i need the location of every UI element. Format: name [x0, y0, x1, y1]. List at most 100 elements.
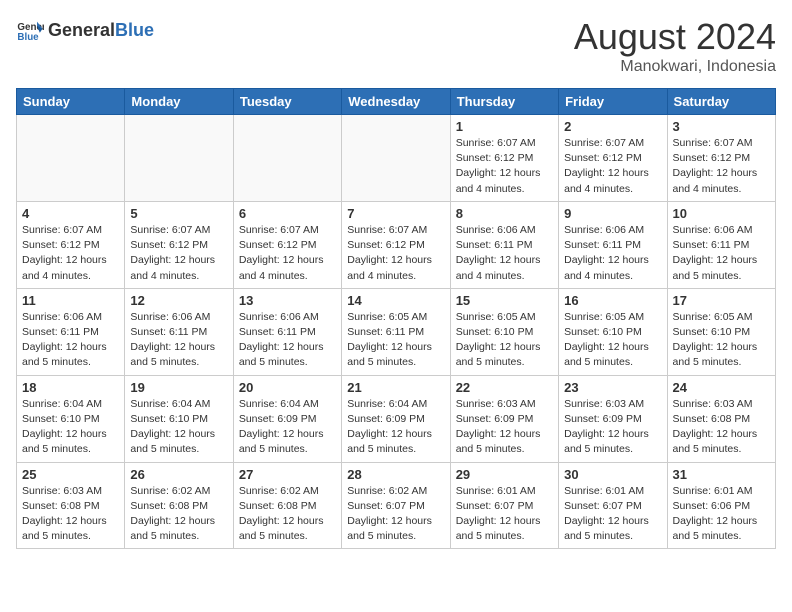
day-number: 10 — [673, 206, 770, 221]
day-number: 21 — [347, 380, 444, 395]
day-number: 5 — [130, 206, 227, 221]
calendar-cell — [342, 115, 450, 202]
day-number: 4 — [22, 206, 119, 221]
day-info: Sunrise: 6:04 AM Sunset: 6:09 PM Dayligh… — [239, 397, 336, 458]
day-info: Sunrise: 6:06 AM Sunset: 6:11 PM Dayligh… — [564, 223, 661, 284]
calendar-cell: 27Sunrise: 6:02 AM Sunset: 6:08 PM Dayli… — [233, 462, 341, 549]
calendar-cell: 13 Sunrise: 6:06 AM Sunset: 6:11 PM Dayli… — [233, 288, 341, 375]
calendar-cell: 5 Sunrise: 6:07 AM Sunset: 6:12 PM Daylig… — [125, 201, 233, 288]
weekday-header-wednesday: Wednesday — [342, 89, 450, 115]
day-info: Sunrise: 6:07 AM Sunset: 6:12 PM Dayligh… — [130, 223, 227, 284]
calendar-cell: 4 Sunrise: 6:07 AM Sunset: 6:12 PM Daylig… — [17, 201, 125, 288]
day-info: Sunrise: 6:04 AM Sunset: 6:09 PM Dayligh… — [347, 397, 444, 458]
calendar-cell: 6 Sunrise: 6:07 AM Sunset: 6:12 PM Daylig… — [233, 201, 341, 288]
day-number: 18 — [22, 380, 119, 395]
calendar-cell: 12Sunrise: 6:06 AM Sunset: 6:11 PM Dayli… — [125, 288, 233, 375]
day-number: 8 — [456, 206, 553, 221]
calendar-cell — [125, 115, 233, 202]
day-info: Sunrise: 6:06 AM Sunset: 6:11 PM Dayligh… — [239, 310, 336, 371]
day-info: Sunrise: 6:03 AM Sunset: 6:08 PM Dayligh… — [673, 397, 770, 458]
weekday-header-thursday: Thursday — [450, 89, 558, 115]
calendar-cell: 26Sunrise: 6:02 AM Sunset: 6:08 PM Dayli… — [125, 462, 233, 549]
day-number: 30 — [564, 467, 661, 482]
day-number: 25 — [22, 467, 119, 482]
day-info: Sunrise: 6:03 AM Sunset: 6:08 PM Dayligh… — [22, 484, 119, 545]
calendar-cell: 8 Sunrise: 6:06 AM Sunset: 6:11 PM Daylig… — [450, 201, 558, 288]
day-info: Sunrise: 6:07 AM Sunset: 6:12 PM Dayligh… — [456, 136, 553, 197]
calendar-cell: 28 Sunrise: 6:02 AM Sunset: 6:07 PM Dayli… — [342, 462, 450, 549]
calendar-cell: 9Sunrise: 6:06 AM Sunset: 6:11 PM Daylig… — [559, 201, 667, 288]
calendar-cell: 21 Sunrise: 6:04 AM Sunset: 6:09 PM Dayli… — [342, 375, 450, 462]
day-number: 31 — [673, 467, 770, 482]
calendar-cell: 1 Sunrise: 6:07 AM Sunset: 6:12 PM Daylig… — [450, 115, 558, 202]
day-info: Sunrise: 6:06 AM Sunset: 6:11 PM Dayligh… — [22, 310, 119, 371]
title-block: August 2024 Manokwari, Indonesia — [574, 16, 776, 76]
day-info: Sunrise: 6:05 AM Sunset: 6:10 PM Dayligh… — [456, 310, 553, 371]
logo-blue: Blue — [115, 20, 154, 40]
calendar-cell: 16Sunrise: 6:05 AM Sunset: 6:10 PM Dayli… — [559, 288, 667, 375]
day-number: 24 — [673, 380, 770, 395]
page-header: General Blue GeneralBlue August 2024 Man… — [16, 16, 776, 76]
day-number: 6 — [239, 206, 336, 221]
day-number: 13 — [239, 293, 336, 308]
day-number: 16 — [564, 293, 661, 308]
calendar-cell: 20 Sunrise: 6:04 AM Sunset: 6:09 PM Dayli… — [233, 375, 341, 462]
logo-icon: General Blue — [16, 16, 44, 44]
weekday-header-monday: Monday — [125, 89, 233, 115]
day-info: Sunrise: 6:04 AM Sunset: 6:10 PM Dayligh… — [130, 397, 227, 458]
day-number: 20 — [239, 380, 336, 395]
calendar-subtitle: Manokwari, Indonesia — [574, 58, 776, 76]
day-info: Sunrise: 6:03 AM Sunset: 6:09 PM Dayligh… — [564, 397, 661, 458]
calendar-cell: 11 Sunrise: 6:06 AM Sunset: 6:11 PM Dayli… — [17, 288, 125, 375]
logo: General Blue GeneralBlue — [16, 16, 154, 44]
week-row-4: 25 Sunrise: 6:03 AM Sunset: 6:08 PM Dayli… — [17, 462, 776, 549]
day-number: 15 — [456, 293, 553, 308]
day-info: Sunrise: 6:04 AM Sunset: 6:10 PM Dayligh… — [22, 397, 119, 458]
week-row-2: 11 Sunrise: 6:06 AM Sunset: 6:11 PM Dayli… — [17, 288, 776, 375]
day-number: 22 — [456, 380, 553, 395]
day-info: Sunrise: 6:01 AM Sunset: 6:06 PM Dayligh… — [673, 484, 770, 545]
week-row-3: 18 Sunrise: 6:04 AM Sunset: 6:10 PM Dayli… — [17, 375, 776, 462]
day-number: 12 — [130, 293, 227, 308]
calendar-cell — [233, 115, 341, 202]
week-row-0: 1 Sunrise: 6:07 AM Sunset: 6:12 PM Daylig… — [17, 115, 776, 202]
calendar-cell: 29Sunrise: 6:01 AM Sunset: 6:07 PM Dayli… — [450, 462, 558, 549]
day-number: 19 — [130, 380, 227, 395]
day-info: Sunrise: 6:07 AM Sunset: 6:12 PM Dayligh… — [347, 223, 444, 284]
day-info: Sunrise: 6:07 AM Sunset: 6:12 PM Dayligh… — [22, 223, 119, 284]
calendar-cell: 17 Sunrise: 6:05 AM Sunset: 6:10 PM Dayli… — [667, 288, 775, 375]
logo-general: General — [48, 20, 115, 40]
day-info: Sunrise: 6:07 AM Sunset: 6:12 PM Dayligh… — [239, 223, 336, 284]
day-number: 28 — [347, 467, 444, 482]
day-number: 17 — [673, 293, 770, 308]
calendar-cell: 22Sunrise: 6:03 AM Sunset: 6:09 PM Dayli… — [450, 375, 558, 462]
day-info: Sunrise: 6:01 AM Sunset: 6:07 PM Dayligh… — [564, 484, 661, 545]
calendar-cell: 15 Sunrise: 6:05 AM Sunset: 6:10 PM Dayli… — [450, 288, 558, 375]
calendar-cell: 10 Sunrise: 6:06 AM Sunset: 6:11 PM Dayli… — [667, 201, 775, 288]
day-number: 29 — [456, 467, 553, 482]
calendar-title: August 2024 — [574, 16, 776, 58]
calendar-cell: 23 Sunrise: 6:03 AM Sunset: 6:09 PM Dayli… — [559, 375, 667, 462]
calendar-cell: 19 Sunrise: 6:04 AM Sunset: 6:10 PM Dayli… — [125, 375, 233, 462]
day-info: Sunrise: 6:05 AM Sunset: 6:11 PM Dayligh… — [347, 310, 444, 371]
weekday-header-row: SundayMondayTuesdayWednesdayThursdayFrid… — [17, 89, 776, 115]
calendar-cell: 31 Sunrise: 6:01 AM Sunset: 6:06 PM Dayli… — [667, 462, 775, 549]
weekday-header-saturday: Saturday — [667, 89, 775, 115]
day-info: Sunrise: 6:06 AM Sunset: 6:11 PM Dayligh… — [456, 223, 553, 284]
svg-text:Blue: Blue — [17, 32, 39, 43]
day-number: 1 — [456, 119, 553, 134]
calendar-cell: 14Sunrise: 6:05 AM Sunset: 6:11 PM Dayli… — [342, 288, 450, 375]
day-number: 2 — [564, 119, 661, 134]
day-info: Sunrise: 6:05 AM Sunset: 6:10 PM Dayligh… — [673, 310, 770, 371]
day-info: Sunrise: 6:02 AM Sunset: 6:08 PM Dayligh… — [239, 484, 336, 545]
calendar-cell — [17, 115, 125, 202]
calendar-cell: 25 Sunrise: 6:03 AM Sunset: 6:08 PM Dayli… — [17, 462, 125, 549]
calendar-cell: 18 Sunrise: 6:04 AM Sunset: 6:10 PM Dayli… — [17, 375, 125, 462]
day-number: 23 — [564, 380, 661, 395]
day-info: Sunrise: 6:02 AM Sunset: 6:07 PM Dayligh… — [347, 484, 444, 545]
day-info: Sunrise: 6:02 AM Sunset: 6:08 PM Dayligh… — [130, 484, 227, 545]
day-number: 11 — [22, 293, 119, 308]
week-row-1: 4 Sunrise: 6:07 AM Sunset: 6:12 PM Daylig… — [17, 201, 776, 288]
day-info: Sunrise: 6:06 AM Sunset: 6:11 PM Dayligh… — [673, 223, 770, 284]
day-info: Sunrise: 6:07 AM Sunset: 6:12 PM Dayligh… — [673, 136, 770, 197]
